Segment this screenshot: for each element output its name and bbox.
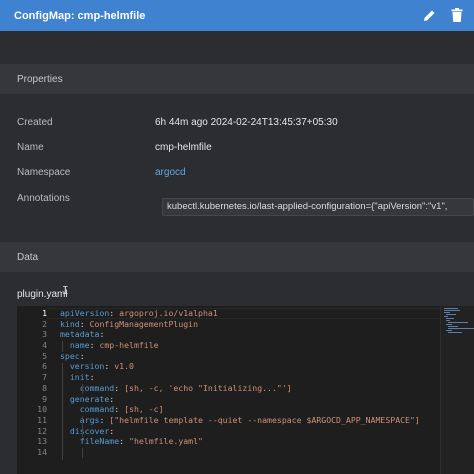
panel-title: ConfigMap: cmp-helmfile bbox=[14, 9, 146, 22]
code-line: metadata: bbox=[60, 329, 105, 340]
line-number-gutter: 1 2 3 4 5 6 7 8 9 10 11 12 13 14 bbox=[17, 308, 47, 458]
created-row: Created 6h 44m ago 2024-02-24T13:45:37+0… bbox=[0, 113, 474, 133]
code-line: version: v1.0 bbox=[69, 361, 134, 372]
line-number: 4 bbox=[42, 340, 47, 351]
line-number: 1 bbox=[42, 308, 47, 318]
editor-minimap[interactable] bbox=[440, 306, 474, 474]
namespace-label: Namespace bbox=[17, 167, 71, 178]
code-line: kind: ConfigManagementPlugin bbox=[60, 318, 199, 329]
annotations-label: Annotations bbox=[17, 193, 70, 204]
created-value: 6h 44m ago 2024-02-24T13:45:37+05:30 bbox=[155, 117, 338, 128]
header-spacer bbox=[0, 31, 474, 64]
line-number: 12 bbox=[37, 425, 47, 436]
line-number: 11 bbox=[37, 414, 47, 425]
name-label: Name bbox=[17, 142, 44, 153]
line-number: 13 bbox=[37, 436, 47, 447]
line-number: 10 bbox=[37, 404, 47, 415]
indent-guide bbox=[62, 363, 63, 460]
line-number: 5 bbox=[42, 350, 47, 361]
code-line: init: bbox=[69, 372, 95, 383]
text-cursor-icon: I bbox=[62, 284, 69, 297]
indent-guide bbox=[82, 384, 83, 394]
code-area[interactable]: apiVersion: argoproj.io/v1alpha1 kind: Co… bbox=[60, 308, 440, 458]
line-number: 2 bbox=[42, 318, 47, 329]
code-line: apiVersion: argoproj.io/v1alpha1 bbox=[60, 308, 218, 318]
created-label: Created bbox=[17, 117, 53, 128]
line-number: 7 bbox=[42, 372, 47, 383]
code-line: args: ["helmfile template --quiet --name… bbox=[79, 414, 420, 425]
line-number: 8 bbox=[42, 382, 47, 393]
yaml-editor[interactable]: 1 2 3 4 5 6 7 8 9 10 11 12 13 14 apiVersion: argoproj… bbox=[17, 306, 474, 474]
pencil-icon bbox=[423, 10, 434, 21]
code-line: command: [sh, -c, 'echo "Initializing...… bbox=[79, 382, 292, 393]
line-number: 3 bbox=[42, 329, 47, 340]
indent-guide bbox=[82, 448, 83, 458]
line-number: 6 bbox=[42, 361, 47, 372]
trash-icon bbox=[451, 8, 463, 22]
properties-heading: Properties bbox=[0, 64, 474, 94]
data-heading: Data bbox=[0, 242, 474, 272]
data-file-name: plugin.yaml bbox=[17, 289, 68, 300]
code-line: fileName: "helmfile.yaml" bbox=[79, 436, 203, 447]
code-line: discover: bbox=[69, 425, 115, 436]
namespace-row: Namespace argocd bbox=[0, 163, 474, 183]
configmap-header: ConfigMap: cmp-helmfile bbox=[0, 0, 474, 31]
header-actions bbox=[420, 5, 466, 25]
edit-button[interactable] bbox=[420, 5, 438, 25]
code-line: spec: bbox=[60, 350, 85, 361]
code-line: command: [sh, -c] bbox=[79, 404, 164, 415]
indent-guide bbox=[62, 341, 63, 352]
line-number: 14 bbox=[37, 446, 47, 457]
line-number: 9 bbox=[42, 393, 47, 404]
name-row: Name cmp-helmfile bbox=[0, 138, 474, 158]
namespace-link[interactable]: argocd bbox=[155, 163, 186, 183]
code-line: name: cmp-helmfile bbox=[69, 340, 159, 351]
indent-guide bbox=[82, 416, 83, 437]
delete-button[interactable] bbox=[448, 5, 466, 25]
code-line: generate: bbox=[69, 393, 115, 404]
annotations-value[interactable]: kubectl.kubernetes.io/last-applied-confi… bbox=[162, 198, 474, 216]
name-value: cmp-helmfile bbox=[155, 142, 212, 153]
